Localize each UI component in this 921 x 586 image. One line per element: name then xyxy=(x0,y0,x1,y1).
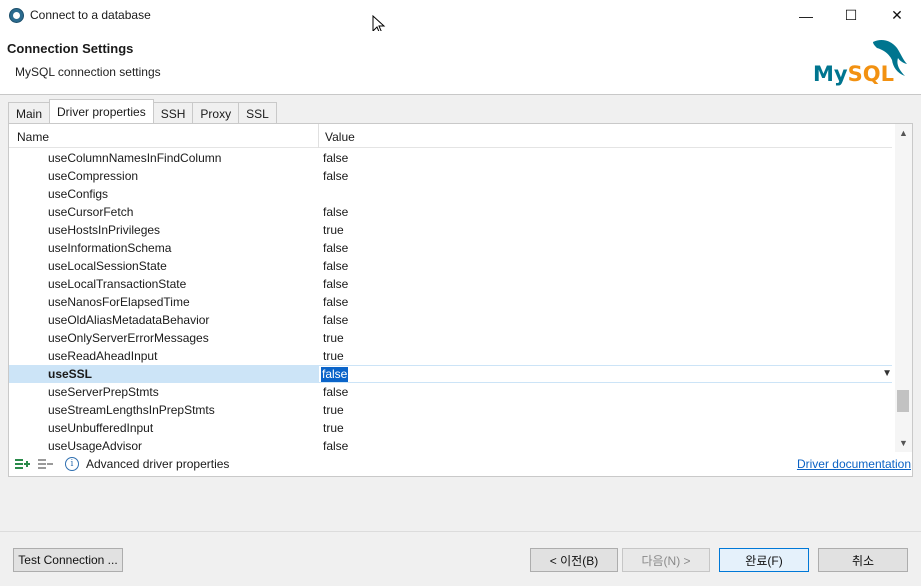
property-name: useCompression xyxy=(48,169,139,183)
minimize-button[interactable]: — xyxy=(783,0,829,31)
tab-main[interactable]: Main xyxy=(8,102,51,124)
property-name: useUsageAdvisor xyxy=(48,439,143,453)
table-row-selected[interactable]: useSSL false ▼ xyxy=(9,365,895,383)
window-titlebar: Connect to a database — ☐ ✕ xyxy=(0,0,921,31)
maximize-button[interactable]: ☐ xyxy=(828,0,874,31)
vertical-scrollbar[interactable]: ▲ ▼ xyxy=(895,124,912,452)
add-property-icon[interactable] xyxy=(15,458,31,470)
property-name: useReadAheadInput xyxy=(48,349,158,363)
property-name: useLocalTransactionState xyxy=(48,277,187,291)
table-row[interactable]: useOldAliasMetadataBehavior false xyxy=(9,311,892,329)
property-value[interactable]: false xyxy=(323,385,348,399)
property-value[interactable]: true xyxy=(323,223,344,237)
property-value[interactable]: false xyxy=(323,169,348,183)
page-title: Connection Settings xyxy=(7,41,134,56)
table-row[interactable]: useHostsInPrivileges true xyxy=(9,221,892,239)
table-row[interactable]: useServerPrepStmts false xyxy=(9,383,892,401)
property-value[interactable]: true xyxy=(323,331,344,345)
window-title: Connect to a database xyxy=(30,8,151,22)
property-name: useNanosForElapsedTime xyxy=(48,295,190,309)
tab-ssh[interactable]: SSH xyxy=(152,102,194,124)
property-name: useUnbufferedInput xyxy=(48,421,154,435)
property-value[interactable]: false xyxy=(323,205,348,219)
tab-proxy[interactable]: Proxy xyxy=(192,102,240,124)
property-value[interactable]: false xyxy=(323,259,348,273)
property-name: useCursorFetch xyxy=(48,205,134,219)
property-name: useServerPrepStmts xyxy=(48,385,159,399)
property-value[interactable]: true xyxy=(323,349,344,363)
column-header-name[interactable]: Name xyxy=(17,130,49,144)
property-name: useOldAliasMetadataBehavior xyxy=(48,313,210,327)
remove-property-icon[interactable] xyxy=(38,458,54,470)
mysql-logo: MySQL xyxy=(811,36,913,90)
scroll-down-icon[interactable]: ▼ xyxy=(899,438,908,448)
column-header-value[interactable]: Value xyxy=(325,130,355,144)
property-value[interactable]: false xyxy=(323,439,348,453)
table-row[interactable]: useConfigs xyxy=(9,185,892,203)
property-name: useLocalSessionState xyxy=(48,259,167,273)
table-header: Name Value xyxy=(9,124,892,148)
tab-ssl[interactable]: SSL xyxy=(238,102,277,124)
property-value[interactable]: false xyxy=(323,295,348,309)
driver-documentation-link[interactable]: Driver documentation xyxy=(797,457,911,471)
settings-header: Connection Settings MySQL connection set… xyxy=(0,31,921,95)
table-row[interactable]: useCompression false xyxy=(9,167,892,185)
property-name: useSSL xyxy=(48,367,93,381)
test-connection-button[interactable]: Test Connection ... xyxy=(13,548,123,572)
scroll-up-icon[interactable]: ▲ xyxy=(899,128,908,138)
property-value[interactable]: false xyxy=(323,313,348,327)
logo-text-sql: SQL xyxy=(847,62,894,86)
advanced-properties-label: Advanced driver properties xyxy=(86,457,230,471)
page-subtitle: MySQL connection settings xyxy=(15,65,161,79)
table-row[interactable]: useCursorFetch false xyxy=(9,203,892,221)
table-row[interactable]: useStreamLengthsInPrepStmts true xyxy=(9,401,892,419)
driver-properties-panel: Name Value useColumnNamesInFindColumn fal… xyxy=(8,123,913,477)
table-row[interactable]: useInformationSchema false xyxy=(9,239,892,257)
property-name: useInformationSchema xyxy=(48,241,172,255)
scrollbar-thumb[interactable] xyxy=(897,390,909,412)
dialog-button-bar: Test Connection ... < 이전(B) 다음(N) > 완료(F… xyxy=(0,531,921,586)
close-button[interactable]: ✕ xyxy=(874,0,920,31)
property-name: useOnlyServerErrorMessages xyxy=(48,331,209,345)
table-row[interactable]: useColumnNamesInFindColumn false xyxy=(9,149,892,167)
cancel-button[interactable]: 취소 xyxy=(818,548,908,572)
table-row[interactable]: useOnlyServerErrorMessages true xyxy=(9,329,892,347)
back-button[interactable]: < 이전(B) xyxy=(530,548,618,572)
property-name: useHostsInPrivileges xyxy=(48,223,161,237)
property-name: useColumnNamesInFindColumn xyxy=(48,151,222,165)
table-row[interactable]: useLocalSessionState false xyxy=(9,257,892,275)
property-value[interactable]: true xyxy=(323,403,344,417)
properties-table: useColumnNamesInFindColumn false useCompr… xyxy=(9,149,895,455)
table-row[interactable]: useNanosForElapsedTime false xyxy=(9,293,892,311)
property-value[interactable]: false xyxy=(323,277,348,291)
property-value[interactable]: false xyxy=(321,367,349,382)
finish-button[interactable]: 완료(F) xyxy=(719,548,809,572)
property-value[interactable]: false xyxy=(323,151,348,165)
table-row[interactable]: useReadAheadInput true xyxy=(9,347,892,365)
property-value[interactable]: false xyxy=(323,241,348,255)
next-button[interactable]: 다음(N) > xyxy=(622,548,710,572)
properties-toolbar: i Advanced driver properties Driver docu… xyxy=(9,454,912,476)
chevron-down-icon[interactable]: ▼ xyxy=(882,368,892,379)
settings-tabs: Main Driver properties SSH Proxy SSL xyxy=(8,99,277,124)
table-row[interactable]: useUnbufferedInput true xyxy=(9,419,892,437)
table-row[interactable]: useLocalTransactionState false xyxy=(9,275,892,293)
value-dropdown[interactable]: false ▼ xyxy=(319,366,895,382)
property-name: useConfigs xyxy=(48,187,109,201)
property-value[interactable]: true xyxy=(323,421,344,435)
property-name: useStreamLengthsInPrepStmts xyxy=(48,403,215,417)
info-icon: i xyxy=(65,457,79,471)
table-row[interactable]: useUsageAdvisor false xyxy=(9,437,892,455)
app-icon xyxy=(9,8,24,23)
tab-driver-properties[interactable]: Driver properties xyxy=(49,99,154,123)
column-divider[interactable] xyxy=(318,124,319,148)
logo-text-my: My xyxy=(813,62,848,86)
